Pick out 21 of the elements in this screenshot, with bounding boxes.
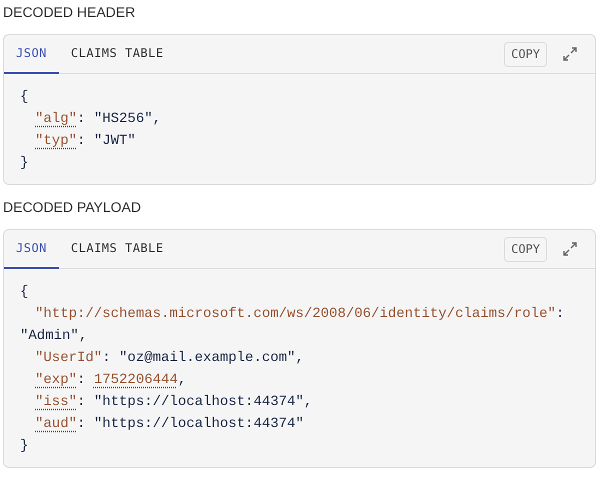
code-brace: } — [20, 154, 28, 173]
code-line: "iss": "https://localhost:44374", — [34, 393, 314, 412]
tab[interactable]: JSON — [4, 230, 59, 268]
code-line: "aud": "https://localhost:44374" — [34, 415, 305, 434]
section-heading: DECODED PAYLOAD — [3, 198, 141, 217]
code-brace: { — [20, 283, 28, 302]
copy-button[interactable]: COPY — [504, 42, 547, 66]
code-line: "alg": "HS256", — [34, 110, 162, 129]
section-heading: DECODED HEADER — [3, 3, 136, 22]
expand-icon[interactable] — [563, 47, 577, 61]
code-brace: } — [20, 437, 28, 456]
code-brace: { — [20, 88, 28, 107]
code-line: "exp": 1752206444, — [34, 371, 188, 390]
tab[interactable]: CLAIMS TABLE — [58, 230, 176, 268]
copy-button[interactable]: COPY — [504, 236, 547, 262]
tab[interactable]: CLAIMS TABLE — [58, 34, 176, 74]
code-line: "UserId": "oz@mail.example.com", — [34, 349, 305, 368]
code-line: "http://schemas.microsoft.com/ws/2008/06/identity/claims/role": "Admin", — [20, 305, 566, 346]
code-line: "typ": "JWT" — [34, 132, 137, 151]
expand-icon[interactable] — [563, 242, 577, 256]
tab[interactable]: JSON — [4, 34, 59, 74]
